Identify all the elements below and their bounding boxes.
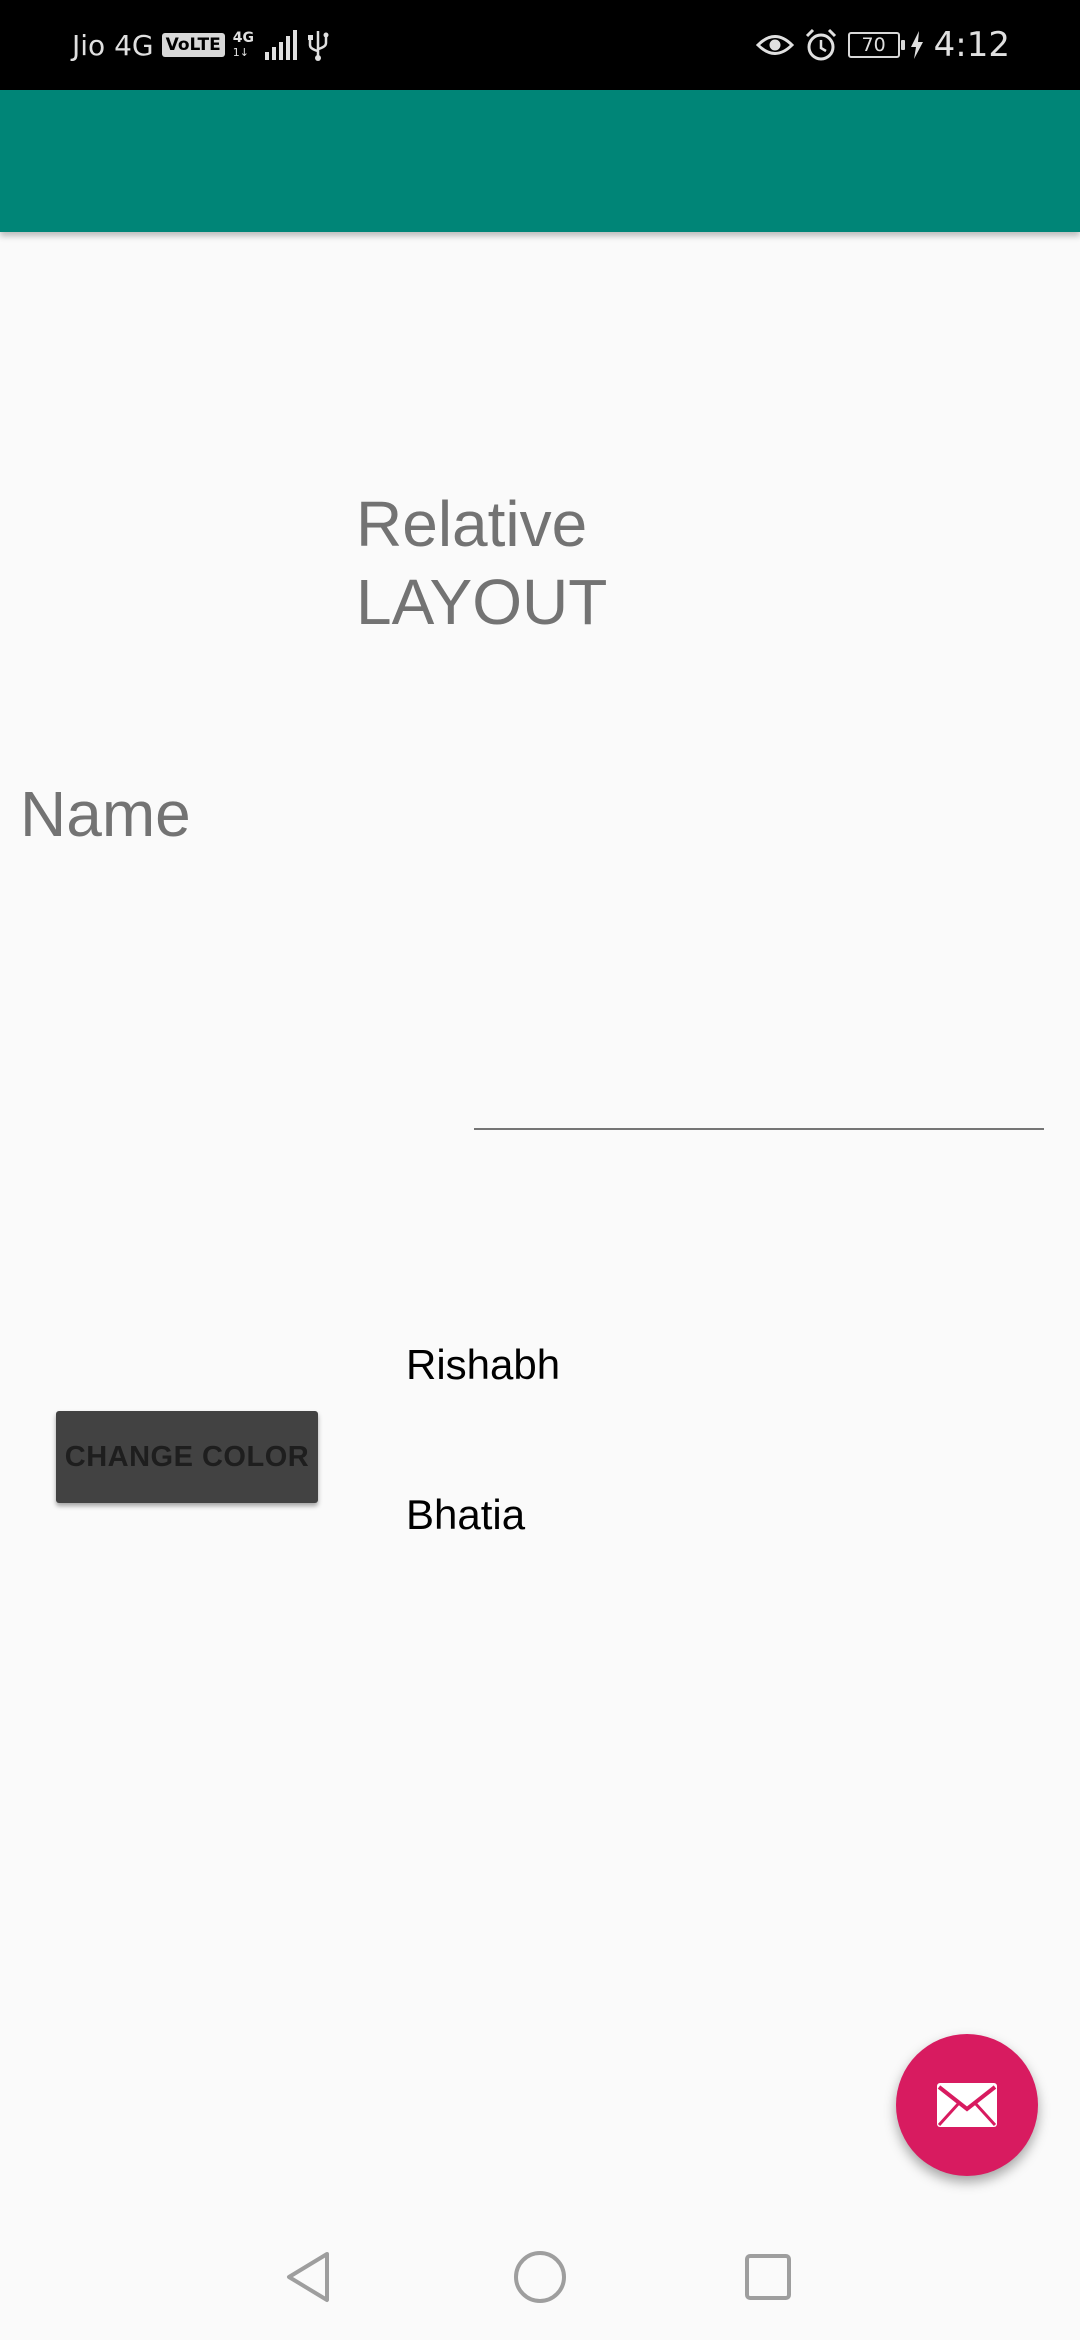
network-sub: 1↓ (232, 46, 249, 59)
status-left: Jio 4G VoLTE 4G 1↓ (72, 0, 329, 90)
network-indicator: 4G 1↓ (233, 28, 257, 62)
page-title: Relative LAYOUT (356, 485, 607, 641)
battery-level: 70 (861, 34, 886, 56)
alarm-icon (805, 28, 836, 61)
volte-badge: VoLTE (161, 33, 225, 57)
title-line-1: Relative (356, 488, 588, 560)
network-type: 4G (232, 30, 254, 46)
usb-icon (307, 31, 329, 61)
eye-comfort-icon (755, 35, 794, 55)
status-right: 70 4:12 (755, 0, 1010, 90)
name-label: Name (20, 778, 191, 850)
last-name-text: Bhatia (406, 1491, 526, 1538)
nav-back-button[interactable] (248, 2214, 368, 2340)
nav-home-button[interactable] (480, 2214, 600, 2340)
name-input[interactable] (474, 1060, 1044, 1130)
fab-email-button[interactable] (896, 2034, 1038, 2176)
charging-icon (910, 31, 923, 59)
app-bar (0, 90, 1080, 232)
signal-icon (264, 30, 297, 60)
title-line-2: LAYOUT (356, 566, 608, 638)
recents-icon (745, 2254, 791, 2300)
first-name-text: Rishabh (406, 1341, 561, 1388)
status-bar: Jio 4G VoLTE 4G 1↓ 70 4:12 (0, 0, 1080, 90)
email-icon (937, 2083, 997, 2127)
nav-bar (0, 2214, 1080, 2340)
change-color-button[interactable]: CHANGE COLOR (56, 1411, 318, 1503)
carrier-label: Jio 4G (72, 28, 154, 62)
nav-recents-button[interactable] (708, 2214, 828, 2340)
back-icon (287, 2252, 329, 2302)
home-icon (514, 2251, 566, 2303)
battery-icon: 70 (847, 32, 905, 58)
clock: 4:12 (933, 25, 1010, 65)
